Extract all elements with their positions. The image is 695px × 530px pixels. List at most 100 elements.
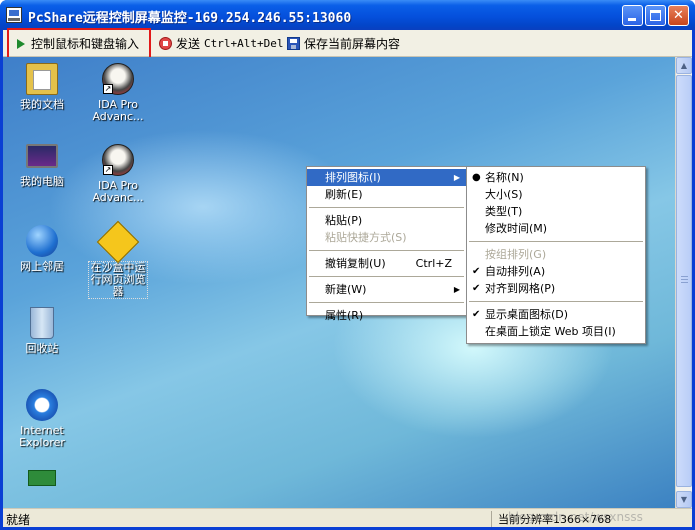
close-button[interactable]: ✕ [668,5,689,26]
menu-item-properties[interactable]: 属性(R) [307,307,466,324]
submenu-item-auto-arrange[interactable]: ✔ 自动排列(A) [467,263,645,280]
control-input-button[interactable]: 控制鼠标和键盘输入 [13,33,143,54]
save-screen-button[interactable]: 保存当前屏幕内容 [283,33,404,54]
watermark: blog.csdn.net/wsxnsss [508,510,643,524]
menu-item-label: 属性(R) [325,309,364,322]
monitor-app-icon [6,7,22,23]
status-bar: 就绪 当前分辨率1366×768 blog.csdn.net/wsxnsss [3,508,692,527]
scroll-grip [681,279,688,280]
window-title: PcShare远程控制屏幕监控-169.254.246.55:13060 [28,11,352,26]
send-ctrl-alt-del-button[interactable]: 发送 Ctrl+Alt+Del [155,33,288,54]
save-icon [287,37,300,50]
menu-item-shortcut: Ctrl+Z [415,257,452,270]
menu-item-undo-copy[interactable]: 撤销复制(U) Ctrl+Z [307,255,466,272]
menu-separator [309,250,464,251]
desktop-icon-label: 在沙盒中运行网页浏览器 [88,261,148,299]
desktop-icon-ida-pro-2[interactable]: ↗ IDA Pro Advanc... [82,144,154,204]
scroll-thumb[interactable] [676,75,692,487]
menu-item-label: 撤销复制(U) [325,257,386,270]
desktop-icon-label: 我的文档 [20,98,64,111]
desktop-context-menu: 排列图标(I) ▶ 刷新(E) 粘贴(P) 粘贴快捷方式(S) 撤销复制(U) … [306,166,467,322]
menu-item-label: 排列图标(I) [325,171,381,184]
menu-item-paste[interactable]: 粘贴(P) [307,212,466,229]
vertical-scrollbar[interactable]: ▲ ▼ [675,57,692,508]
submenu-item-lock-web[interactable]: 在桌面上锁定 Web 项目(I) [467,323,645,340]
submenu-item-label: 自动排列(A) [485,265,546,278]
title-bar[interactable]: PcShare远程控制屏幕监控-169.254.246.55:13060 ✕ [0,0,695,30]
save-screen-label: 保存当前屏幕内容 [304,37,401,51]
stop-icon [159,37,172,50]
chevron-up-icon: ▲ [680,61,688,70]
submenu-item-label: 修改时间(M) [485,222,548,235]
menu-separator [309,302,464,303]
submenu-item-size[interactable]: 大小(S) [467,186,645,203]
submenu-item-group: 按组排列(G) [467,246,645,263]
network-globe-icon [26,225,58,257]
submenu-arrow-icon: ▶ [453,173,460,182]
menu-item-label: 新建(W) [325,283,367,296]
ida-pro-icon: ↗ [102,144,134,176]
maximize-button[interactable] [645,5,666,26]
menu-item-paste-shortcut: 粘贴快捷方式(S) [307,229,466,246]
submenu-item-label: 在桌面上锁定 Web 项目(I) [485,325,616,338]
window-frame: 控制鼠标和键盘输入 发送 Ctrl+Alt+Del 保存当前屏幕内容 我的文档 ↗… [3,28,692,527]
desktop-icon-excel[interactable] [6,470,78,490]
submenu-item-modified[interactable]: 修改时间(M) [467,220,645,237]
send-keys-label: Ctrl+Alt+Del [204,37,284,50]
computer-icon [26,144,58,168]
desktop-icon-ida-pro-1[interactable]: ↗ IDA Pro Advanc... [82,63,154,123]
menu-separator [309,207,464,208]
desktop-icon-my-documents[interactable]: 我的文档 [6,63,78,111]
desktop-icon-my-computer[interactable]: 我的电脑 [6,144,78,188]
shortcut-arrow-icon: ↗ [103,84,113,94]
remote-desktop-view[interactable]: 我的文档 ↗ IDA Pro Advanc... 我的电脑 ↗ IDA Pro … [3,57,675,508]
toolbar: 控制鼠标和键盘输入 发送 Ctrl+Alt+Del 保存当前屏幕内容 [3,28,692,62]
desktop-icon-internet-explorer[interactable]: Internet Explorer [6,389,78,449]
maximize-icon [650,10,661,21]
send-label: 发送 [176,37,201,51]
minimize-icon [628,18,636,21]
submenu-item-type[interactable]: 类型(T) [467,203,645,220]
desktop-icon-recycle-bin[interactable]: 回收站 [6,307,78,355]
ida-pro-icon: ↗ [102,63,134,95]
scroll-up-button[interactable]: ▲ [676,57,692,74]
menu-separator [469,241,643,242]
minimize-button[interactable] [622,5,643,26]
desktop-icon-label: 回收站 [25,342,59,355]
recycle-bin-icon [30,307,54,339]
scroll-grip [681,282,688,283]
desktop-icon-network[interactable]: 网上邻居 [6,225,78,273]
submenu-item-label: 大小(S) [485,188,523,201]
desktop-icon-sandbox-browser[interactable]: 在沙盒中运行网页浏览器 [82,220,154,299]
submenu-item-label: 显示桌面图标(D) [485,308,569,321]
app-window: PcShare远程控制屏幕监控-169.254.246.55:13060 ✕ 控… [0,0,695,530]
desktop-icon-label: 网上邻居 [20,260,64,273]
submenu-item-name[interactable]: ● 名称(N) [467,169,645,186]
submenu-item-show-icons[interactable]: ✔ 显示桌面图标(D) [467,306,645,323]
desktop-icon-label: 我的电脑 [20,175,64,188]
check-icon: ✔ [472,309,481,320]
arrange-icons-submenu: ● 名称(N) 大小(S) 类型(T) 修改时间(M) 按组排列(G) ✔ 自动排列… [466,166,646,344]
desktop-icon-label: IDA Pro Advanc... [92,179,144,204]
desktop-icon-label: Internet Explorer [19,424,65,449]
scroll-down-button[interactable]: ▼ [676,491,692,508]
check-icon: ✔ [472,283,481,294]
menu-item-refresh[interactable]: 刷新(E) [307,186,466,203]
submenu-item-label: 名称(N) [485,171,524,184]
shortcut-arrow-icon: ↗ [103,165,113,175]
folder-icon [26,63,58,95]
menu-item-label: 刷新(E) [325,188,363,201]
menu-separator [469,301,643,302]
control-input-label: 控制鼠标和键盘输入 [31,37,140,51]
radio-dot-icon: ● [472,172,481,183]
submenu-item-label: 类型(T) [485,205,523,218]
sandbox-icon [96,220,140,264]
menu-item-label: 粘贴快捷方式(S) [325,231,407,244]
menu-item-new[interactable]: 新建(W) ▶ [307,281,466,298]
internet-explorer-icon [26,389,58,421]
menu-item-arrange-icons[interactable]: 排列图标(I) ▶ [307,169,466,186]
submenu-arrow-icon: ▶ [453,285,460,294]
submenu-item-align-grid[interactable]: ✔ 对齐到网格(P) [467,280,645,297]
submenu-item-label: 按组排列(G) [485,248,547,261]
menu-item-label: 粘贴(P) [325,214,363,227]
